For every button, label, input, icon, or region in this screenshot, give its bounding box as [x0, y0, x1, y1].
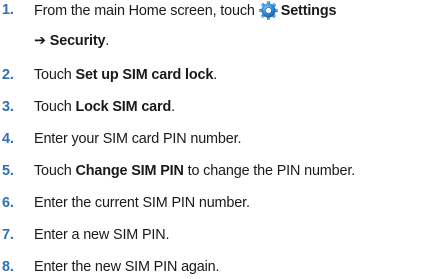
lock-sim-card-label: Lock SIM card: [75, 99, 172, 115]
step-text-plain: From the main Home screen, touch: [34, 3, 255, 19]
step-text-plain: .: [171, 99, 175, 115]
step-number: 8.: [2, 259, 14, 275]
step-number: 3.: [2, 99, 14, 115]
settings-label: Settings: [280, 3, 337, 19]
step-text: ➔ Security.: [34, 32, 109, 50]
settings-gear-icon: [258, 1, 278, 20]
step-text: Enter the new SIM PIN again.: [34, 259, 220, 275]
step-text: Enter the current SIM PIN number.: [34, 195, 250, 211]
step-number: 1.: [2, 2, 14, 18]
step-text: From the main Home screen, touch Setting…: [34, 1, 336, 20]
step-text: Touch Change SIM PIN to change the PIN n…: [34, 162, 355, 180]
step-text-plain: .: [213, 67, 218, 83]
arrow-glyph: ➔: [34, 33, 46, 49]
step-text-plain: .: [105, 33, 110, 49]
step-text: Touch Set up SIM card lock.: [34, 66, 217, 84]
step-number: 2.: [2, 67, 14, 83]
step-text: Touch Lock SIM card.: [34, 98, 175, 116]
step-number: 4.: [2, 131, 14, 147]
step-text-plain: to change the PIN number.: [183, 163, 356, 179]
step-text: Enter a new SIM PIN.: [34, 227, 170, 243]
step-text: Enter your SIM card PIN number.: [34, 131, 242, 147]
step-text-plain: Touch: [34, 163, 76, 179]
instruction-page: 1. From the main Home screen, touch Sett…: [0, 0, 429, 279]
step-text-plain: Touch: [34, 67, 76, 83]
set-up-sim-card-lock-label: Set up SIM card lock: [75, 67, 214, 83]
step-number: 5.: [2, 163, 14, 179]
step-text-plain: Touch: [34, 99, 76, 115]
security-label: Security: [49, 33, 106, 49]
change-sim-pin-label: Change SIM PIN: [75, 163, 184, 179]
step-number: 6.: [2, 195, 14, 211]
step-number: 7.: [2, 227, 14, 243]
